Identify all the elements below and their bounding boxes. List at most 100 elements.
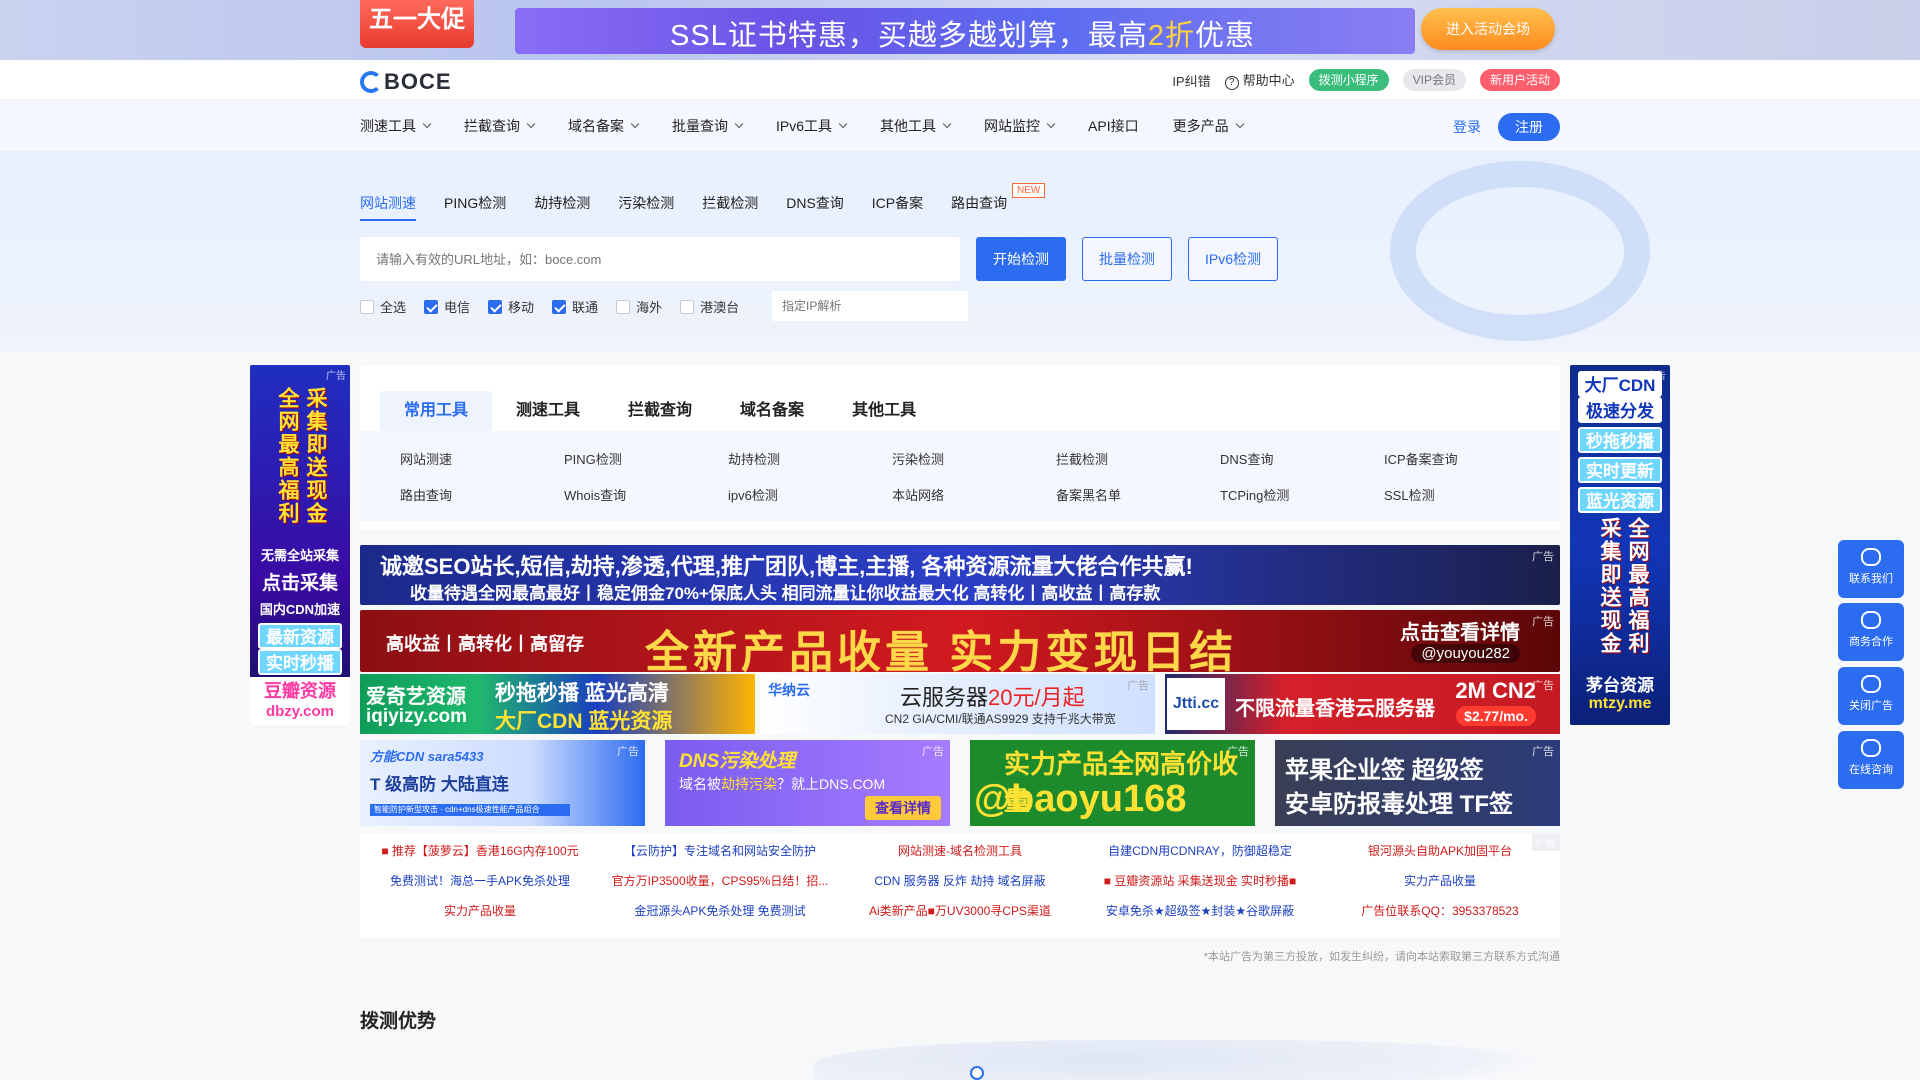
- text-ad-link[interactable]: 实力产品收量: [1320, 872, 1560, 890]
- tool-link[interactable]: ICP备案查询: [1384, 449, 1548, 468]
- ad-apple-sign[interactable]: 广告 苹果企业签 超级签 安卓防报毒处理 TF签: [1275, 740, 1560, 826]
- nav-ipv6[interactable]: IPv6工具: [776, 116, 848, 136]
- tool-link[interactable]: ipv6检测: [728, 485, 892, 504]
- tools-tab-intercept[interactable]: 拦截查询: [604, 391, 716, 431]
- business-coop-button[interactable]: 商务合作: [1838, 603, 1904, 661]
- tool-link[interactable]: PING检测: [564, 449, 728, 468]
- contact-us-button[interactable]: 联系我们: [1838, 540, 1904, 598]
- text-ad-link[interactable]: 金冠源头APK免杀处理 免费测试: [600, 902, 840, 920]
- ad-tag: 广告: [1532, 746, 1554, 758]
- tab-intercept[interactable]: 拦截检测: [702, 193, 758, 221]
- check-telecom[interactable]: 电信: [424, 297, 470, 316]
- mini-program-pill[interactable]: 拨测小程序: [1308, 69, 1389, 91]
- start-check-button[interactable]: 开始检测: [976, 237, 1066, 281]
- text-ad-link[interactable]: 【云防护】专注域名和网站安全防护: [600, 842, 840, 860]
- checkbox[interactable]: [616, 299, 631, 314]
- tool-link[interactable]: 拦截检测: [1056, 449, 1220, 468]
- nav-monitor[interactable]: 网站监控: [984, 116, 1056, 136]
- text-ad-link[interactable]: CDN 服务器 反炸 劫持 域名屏蔽: [840, 872, 1080, 890]
- tab-website-speed[interactable]: 网站测速: [360, 193, 416, 221]
- ad-chip: 大厂CDN: [1578, 371, 1662, 397]
- ad-jtti[interactable]: 广告 Jtti.cc 不限流量香港云服务器 2M CN2 $2.77/mo.: [1165, 674, 1560, 734]
- ad-hncloud[interactable]: 广告 华纳云 云服务器20元/月起 CN2 GIA/CMI/联通AS9929 支…: [760, 674, 1155, 734]
- tab-ping[interactable]: PING检测: [444, 193, 506, 221]
- text-ad-link[interactable]: 官方万IP3500收量，CPS95%日结！招...: [600, 872, 840, 890]
- tool-link[interactable]: 本站网络: [892, 485, 1056, 504]
- nav-other[interactable]: 其他工具: [880, 116, 952, 136]
- text-ad-link[interactable]: 自建CDN用CDNRAY，防御超稳定: [1080, 842, 1320, 860]
- tool-link[interactable]: 网站测速: [400, 449, 564, 468]
- text-ad-link[interactable]: 银河源头自助APK加固平台: [1320, 842, 1560, 860]
- right-side-ad[interactable]: 广告 大厂CDN 极速分发 秒拖秒播 实时更新 蓝光资源 全网最高福利 采集即送…: [1570, 365, 1670, 725]
- tool-link[interactable]: Whois查询: [564, 485, 728, 504]
- text-ad-link[interactable]: ■ 推荐【菠萝云】香港16G内存100元: [360, 842, 600, 860]
- checkbox[interactable]: [360, 299, 374, 314]
- tab-dns[interactable]: DNS查询: [786, 193, 844, 221]
- tab-icp[interactable]: ICP备案: [872, 193, 923, 221]
- check-all[interactable]: 全选: [360, 297, 406, 316]
- text-ad-link[interactable]: ■ 豆瓣资源站 采集送现金 实时秒播■: [1080, 872, 1320, 890]
- register-button[interactable]: 注册: [1498, 113, 1560, 141]
- ad-dns-pollution[interactable]: 广告 DNS污染处理 域名被劫持污染？就上DNS.COM 查看详情: [665, 740, 950, 826]
- text-ad-link[interactable]: 广告位联系QQ：3953378523: [1320, 902, 1560, 920]
- close-ads-button[interactable]: 关闭广告: [1838, 667, 1904, 725]
- ip-resolve-input[interactable]: [772, 291, 968, 321]
- tab-hijack[interactable]: 劫持检测: [534, 193, 590, 221]
- url-input[interactable]: [360, 237, 960, 281]
- login-link[interactable]: 登录: [1453, 117, 1481, 137]
- text-ad-link[interactable]: 免费测试！海总一手APK免杀处理: [360, 872, 600, 890]
- batch-check-button[interactable]: 批量检测: [1082, 237, 1172, 281]
- nav-speed-tools[interactable]: 测速工具: [360, 116, 432, 136]
- text-ad-link[interactable]: Ai类新产品■万UV3000寻CPS渠道: [840, 902, 1080, 920]
- ad-chip: 秒拖秒播: [1578, 427, 1662, 453]
- nav-batch[interactable]: 批量查询: [672, 116, 744, 136]
- check-mobile[interactable]: 移动: [488, 297, 534, 316]
- ipv6-check-button[interactable]: IPv6检测: [1188, 237, 1278, 281]
- ip-correction-link[interactable]: IP纠错: [1172, 71, 1210, 90]
- ad-fangneng-cdn[interactable]: 广告 方能CDN sara5433 T 级高防 大陆直连 智能防护新型攻击 · cd…: [360, 740, 645, 826]
- text-ad-link[interactable]: 安卓免杀★超级签★封装★谷歌屏蔽: [1080, 902, 1320, 920]
- ad-tag: 广告: [1127, 680, 1149, 692]
- ad-banner-seo[interactable]: 广告 诚邀SEO站长,短信,劫持,渗透,代理,推广团队,博主,主播, 各种资源流…: [360, 545, 1560, 605]
- online-consult-button[interactable]: 在线咨询: [1838, 731, 1904, 789]
- checkbox[interactable]: [424, 299, 439, 314]
- site-logo[interactable]: BOCE: [360, 69, 452, 95]
- ad-chip: 蓝光资源: [1578, 487, 1662, 513]
- tools-tab-common[interactable]: 常用工具: [380, 391, 493, 431]
- tab-route[interactable]: 路由查询: [951, 193, 1007, 221]
- tool-link[interactable]: 备案黑名单: [1056, 485, 1220, 504]
- ad-iqiyizy[interactable]: 爱奇艺资源 iqiyizy.com 秒拖秒播 蓝光高清 大厂CDN 蓝光资源: [360, 674, 755, 734]
- nav-domain-filing[interactable]: 域名备案: [568, 116, 640, 136]
- left-side-ad[interactable]: 广告 采集即送现金 全网最高福利 无需全站采集 点击采集 国内CDN加速 最新资…: [250, 365, 350, 725]
- text-ad-link[interactable]: 网站测速-域名检测工具: [840, 842, 1080, 860]
- tools-tab-other[interactable]: 其他工具: [828, 391, 940, 431]
- check-hk-mo-tw[interactable]: 港澳台: [680, 297, 739, 316]
- new-user-pill[interactable]: 新用户活动: [1479, 69, 1560, 91]
- text-ad-link[interactable]: 实力产品收量: [360, 902, 600, 920]
- nav-intercept[interactable]: 拦截查询: [464, 116, 536, 136]
- tools-tab-domain[interactable]: 域名备案: [716, 391, 828, 431]
- checkbox[interactable]: [680, 299, 695, 314]
- tab-pollution[interactable]: 污染检测: [618, 193, 674, 221]
- tool-link[interactable]: DNS查询: [1220, 449, 1384, 468]
- tool-link[interactable]: 污染检测: [892, 449, 1056, 468]
- tool-link[interactable]: 劫持检测: [728, 449, 892, 468]
- nav-more[interactable]: 更多产品: [1173, 116, 1244, 136]
- checkbox[interactable]: [552, 299, 567, 314]
- help-center-link[interactable]: ? 帮助中心: [1224, 70, 1295, 90]
- check-overseas[interactable]: 海外: [616, 297, 662, 316]
- tool-link[interactable]: TCPing检测: [1220, 485, 1384, 504]
- tools-tab-speed[interactable]: 测速工具: [492, 391, 604, 431]
- ad-row-4: 广告 方能CDN sara5433 T 级高防 大陆直连 智能防护新型攻击 · cd…: [360, 740, 1560, 826]
- ad-baoyu[interactable]: 广告 实力产品全网高价收量 @baoyu168: [970, 740, 1255, 826]
- check-unicom[interactable]: 联通: [552, 297, 598, 316]
- ad-banner-product[interactable]: 广告 高收益丨高转化丨高留存 全新产品收量 实力变现日结 点击查看详情 @you…: [360, 610, 1560, 672]
- tool-link[interactable]: 路由查询: [400, 485, 564, 504]
- ad-text: 高收益丨高转化丨高留存: [386, 634, 584, 654]
- tool-link[interactable]: SSL检测: [1384, 485, 1548, 504]
- vip-pill[interactable]: VIP会员: [1402, 69, 1466, 91]
- promo-banner[interactable]: 五一大促 SSL证书特惠，买越多越划算，最高2折优惠 进入活动会场: [0, 0, 1920, 60]
- checkbox[interactable]: [488, 299, 503, 314]
- nav-api[interactable]: API接口: [1088, 116, 1139, 136]
- promo-enter-button[interactable]: 进入活动会场: [1421, 8, 1555, 50]
